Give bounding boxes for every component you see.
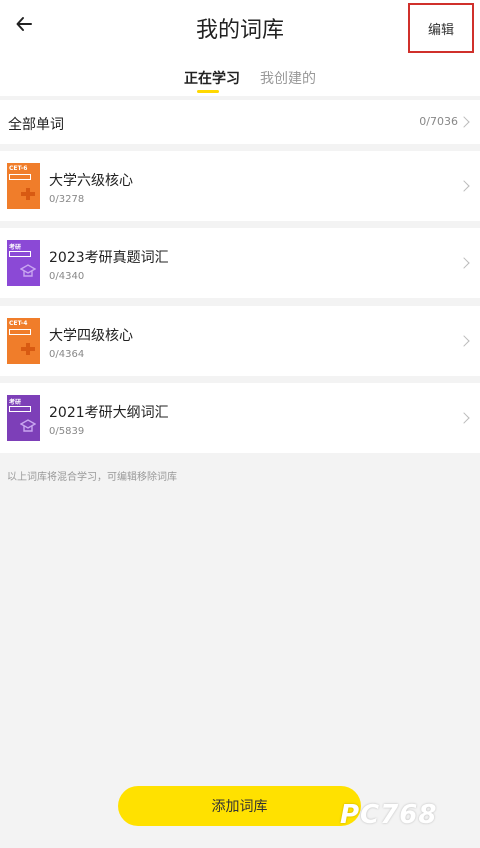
book-cover: 考研 xyxy=(7,395,40,441)
cet-cover-icon xyxy=(21,343,35,355)
mixed-learning-hint: 以上词库将混合学习，可编辑移除词库 xyxy=(7,472,177,483)
cover-sub-label xyxy=(9,174,31,180)
list-item[interactable]: CET-4 大学四级核心 0/4364 xyxy=(0,306,480,376)
all-words-row[interactable]: 全部单词 0/7036 xyxy=(0,100,480,144)
chevron-right-icon xyxy=(458,180,470,192)
book-count: 0/3278 xyxy=(49,194,85,205)
book-cover: CET-6 xyxy=(7,163,40,209)
cover-tag: CET-4 xyxy=(9,320,28,327)
book-name: 大学四级核心 xyxy=(49,328,133,344)
cet-cover-icon xyxy=(21,188,35,200)
chevron-right-icon xyxy=(458,412,470,424)
graduation-cap-icon xyxy=(20,264,36,277)
cover-sub-label xyxy=(9,251,31,257)
list-item[interactable]: 考研 2023考研真题词汇 0/4340 xyxy=(0,228,480,298)
all-words-count: 0/7036 xyxy=(419,115,458,128)
book-cover: 考研 xyxy=(7,240,40,286)
book-count: 0/5839 xyxy=(49,426,85,437)
list-item[interactable]: CET-6 大学六级核心 0/3278 xyxy=(0,151,480,221)
watermark-logo: PC768 xyxy=(340,800,438,830)
book-name: 2021考研大纲词汇 xyxy=(49,405,169,421)
active-tab-indicator xyxy=(197,90,219,93)
book-count: 0/4340 xyxy=(49,271,85,282)
cover-sub-label xyxy=(9,329,31,335)
chevron-right-icon xyxy=(458,335,470,347)
app-header: 我的词库 编辑 xyxy=(0,0,480,58)
chevron-right-icon xyxy=(458,116,470,128)
graduation-cap-icon xyxy=(20,419,36,432)
cover-tag: 考研 xyxy=(9,244,22,251)
add-wordbook-button[interactable]: 添加词库 xyxy=(118,786,361,826)
cover-sub-label xyxy=(9,406,31,412)
cover-tag: 考研 xyxy=(9,399,22,406)
book-cover: CET-4 xyxy=(7,318,40,364)
cover-tag: CET-6 xyxy=(9,165,28,172)
book-name: 2023考研真题词汇 xyxy=(49,250,169,266)
tab-learning[interactable]: 正在学习 xyxy=(184,68,240,88)
tab-created[interactable]: 我创建的 xyxy=(260,68,316,88)
book-name: 大学六级核心 xyxy=(49,173,133,189)
list-item[interactable]: 考研 2021考研大纲词汇 0/5839 xyxy=(0,383,480,453)
chevron-right-icon xyxy=(458,257,470,269)
edit-button[interactable]: 编辑 xyxy=(408,3,474,53)
all-words-label: 全部单词 xyxy=(8,117,64,133)
book-count: 0/4364 xyxy=(49,349,85,360)
tab-bar: 正在学习 我创建的 xyxy=(0,58,480,96)
